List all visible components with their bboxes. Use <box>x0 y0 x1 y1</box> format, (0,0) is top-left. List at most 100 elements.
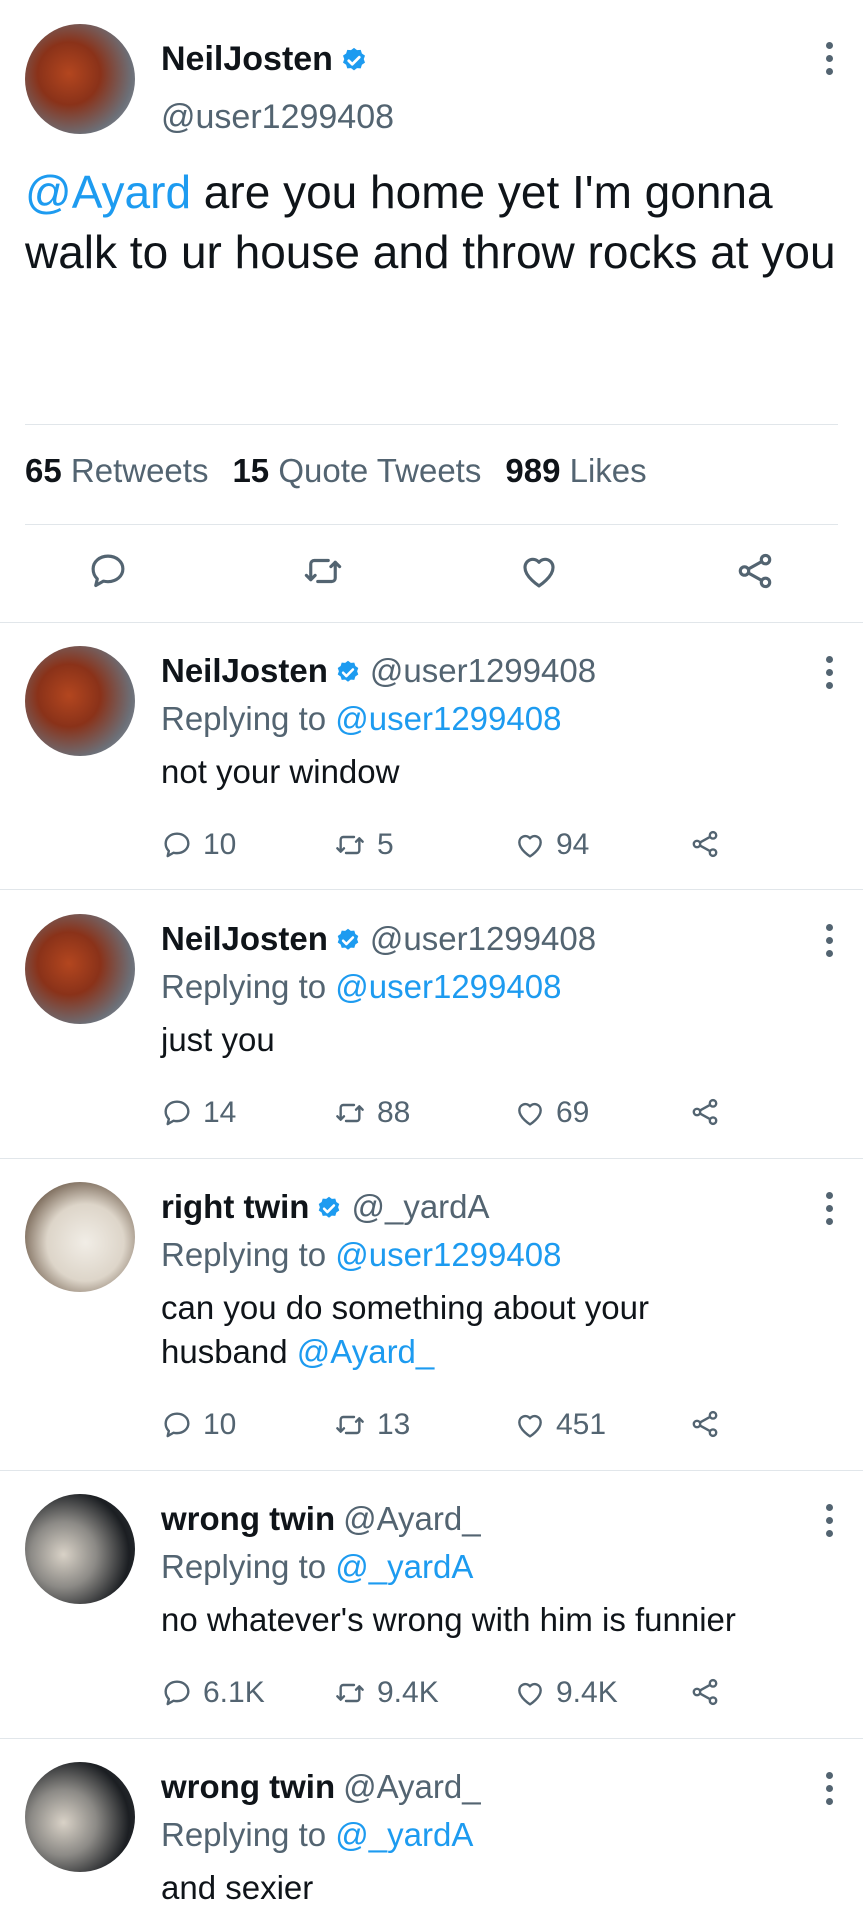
author-handle[interactable]: @Ayard_ <box>343 1500 480 1537</box>
like-button[interactable]: 69 <box>514 1096 589 1130</box>
reply-tweet[interactable]: wrong twin @Ayard_ Replying to @_yardA an… <box>0 1742 863 1920</box>
retweet-button[interactable]: 9.4K <box>333 1676 439 1710</box>
divider <box>0 622 863 623</box>
retweets-stat[interactable]: 65 Retweets <box>25 452 208 489</box>
avatar[interactable] <box>25 1494 135 1604</box>
verified-badge-icon <box>334 659 362 687</box>
reply-button[interactable]: 10 <box>161 1408 236 1442</box>
share-button[interactable] <box>688 1676 722 1708</box>
reply-button[interactable]: 6.1K <box>161 1676 265 1710</box>
share-icon <box>692 1410 718 1438</box>
reply-button[interactable]: 10 <box>161 828 236 862</box>
reply-actions: 10 5 94 <box>161 828 781 868</box>
more-icon[interactable] <box>826 656 833 689</box>
tweet-mention[interactable]: @Ayard <box>25 166 191 218</box>
author-name[interactable]: right twin <box>161 1188 309 1225</box>
like-button[interactable]: 9.4K <box>514 1676 618 1710</box>
reply-tweet[interactable]: right twin @_yardA Replying to @user12994… <box>0 1162 863 1469</box>
share-icon <box>692 830 718 858</box>
more-icon[interactable] <box>826 42 833 75</box>
like-icon <box>518 834 542 858</box>
author-handle[interactable]: @user1299408 <box>161 98 394 137</box>
tweet-text: @Ayard are you home yet I'm gonna walk t… <box>25 162 845 282</box>
reply-text: and sexier <box>161 1869 314 1906</box>
retweets-label: Retweets <box>70 452 209 489</box>
replying-mention[interactable]: @_yardA <box>335 1816 473 1853</box>
retweet-count: 9.4K <box>377 1676 439 1709</box>
likes-stat[interactable]: 989 Likes <box>505 452 646 489</box>
retweet-count: 88 <box>377 1096 411 1129</box>
more-icon[interactable] <box>826 924 833 957</box>
share-button[interactable] <box>688 1408 722 1440</box>
avatar[interactable] <box>25 646 135 756</box>
reply-icon <box>164 1680 190 1706</box>
retweet-button[interactable]: 88 <box>333 1096 410 1130</box>
more-icon[interactable] <box>826 1192 833 1225</box>
avatar[interactable] <box>25 24 135 134</box>
retweet-icon <box>336 1103 364 1123</box>
author-name[interactable]: NeilJosten <box>161 40 369 79</box>
author-name[interactable]: NeilJosten <box>161 920 328 957</box>
reply-text: just you <box>161 1021 275 1058</box>
author-name[interactable]: wrong twin <box>161 1500 335 1537</box>
retweets-count: 65 <box>25 452 62 489</box>
replying-mention[interactable]: @_yardA <box>335 1548 473 1585</box>
author-handle[interactable]: @user1299408 <box>370 920 596 957</box>
more-icon[interactable] <box>826 1772 833 1805</box>
replying-prefix: Replying to <box>161 968 336 1005</box>
reply-text: can you do something about your husband … <box>161 1286 721 1374</box>
likes-count: 989 <box>505 452 561 489</box>
replying-prefix: Replying to <box>161 1236 336 1273</box>
replying-mention[interactable]: @user1299408 <box>335 1236 561 1273</box>
like-icon <box>518 1414 542 1438</box>
like-count: 94 <box>556 828 590 861</box>
divider <box>25 424 838 425</box>
author-handle[interactable]: @Ayard_ <box>343 1768 480 1805</box>
retweet-icon[interactable] <box>301 550 345 592</box>
like-icon <box>518 1682 542 1706</box>
divider <box>0 889 863 890</box>
reply-count: 6.1K <box>203 1676 265 1709</box>
avatar[interactable] <box>25 914 135 1024</box>
verified-badge-icon <box>339 46 369 76</box>
replying-to: Replying to @user1299408 <box>161 1236 561 1274</box>
reply-mention[interactable]: @Ayard_ <box>297 1333 434 1370</box>
reply-tweet[interactable]: NeilJosten @user1299408 Replying to @user… <box>0 894 863 1157</box>
reply-tweet[interactable]: NeilJosten @user1299408 Replying to @user… <box>0 626 863 889</box>
author-name[interactable]: wrong twin <box>161 1768 335 1805</box>
share-icon[interactable] <box>733 550 777 592</box>
share-icon <box>692 1098 718 1126</box>
avatar[interactable] <box>25 1182 135 1292</box>
retweet-icon <box>336 1415 364 1435</box>
retweet-button[interactable]: 13 <box>333 1408 410 1442</box>
more-icon[interactable] <box>826 1504 833 1537</box>
quotes-stat[interactable]: 15 Quote Tweets <box>232 452 481 489</box>
quotes-count: 15 <box>232 452 270 489</box>
author-name-text[interactable]: NeilJosten <box>161 40 333 78</box>
reply-header: NeilJosten @user1299408 <box>161 652 596 690</box>
likes-label: Likes <box>569 452 647 489</box>
avatar[interactable] <box>25 1762 135 1872</box>
divider <box>0 1738 863 1739</box>
like-button[interactable]: 94 <box>514 828 589 862</box>
like-icon <box>518 1102 542 1126</box>
reply-button[interactable]: 14 <box>161 1096 236 1130</box>
author-handle[interactable]: @_yardA <box>351 1188 489 1225</box>
retweet-button[interactable]: 5 <box>333 828 394 862</box>
share-button[interactable] <box>688 1096 722 1128</box>
like-icon[interactable] <box>518 550 560 592</box>
divider <box>0 1158 863 1159</box>
replying-prefix: Replying to <box>161 1816 336 1853</box>
reply-actions: 10 13 451 <box>161 1408 781 1448</box>
reply-tweet[interactable]: wrong twin @Ayard_ Replying to @_yardA no… <box>0 1474 863 1737</box>
like-button[interactable]: 451 <box>514 1408 606 1442</box>
like-count: 69 <box>556 1096 590 1129</box>
reply-text: not your window <box>161 753 400 790</box>
replying-mention[interactable]: @user1299408 <box>335 700 561 737</box>
replying-mention[interactable]: @user1299408 <box>335 968 561 1005</box>
reply-icon[interactable] <box>87 550 129 592</box>
author-handle[interactable]: @user1299408 <box>370 652 596 689</box>
replying-to: Replying to @_yardA <box>161 1548 473 1586</box>
author-name[interactable]: NeilJosten <box>161 652 328 689</box>
share-button[interactable] <box>688 828 722 860</box>
